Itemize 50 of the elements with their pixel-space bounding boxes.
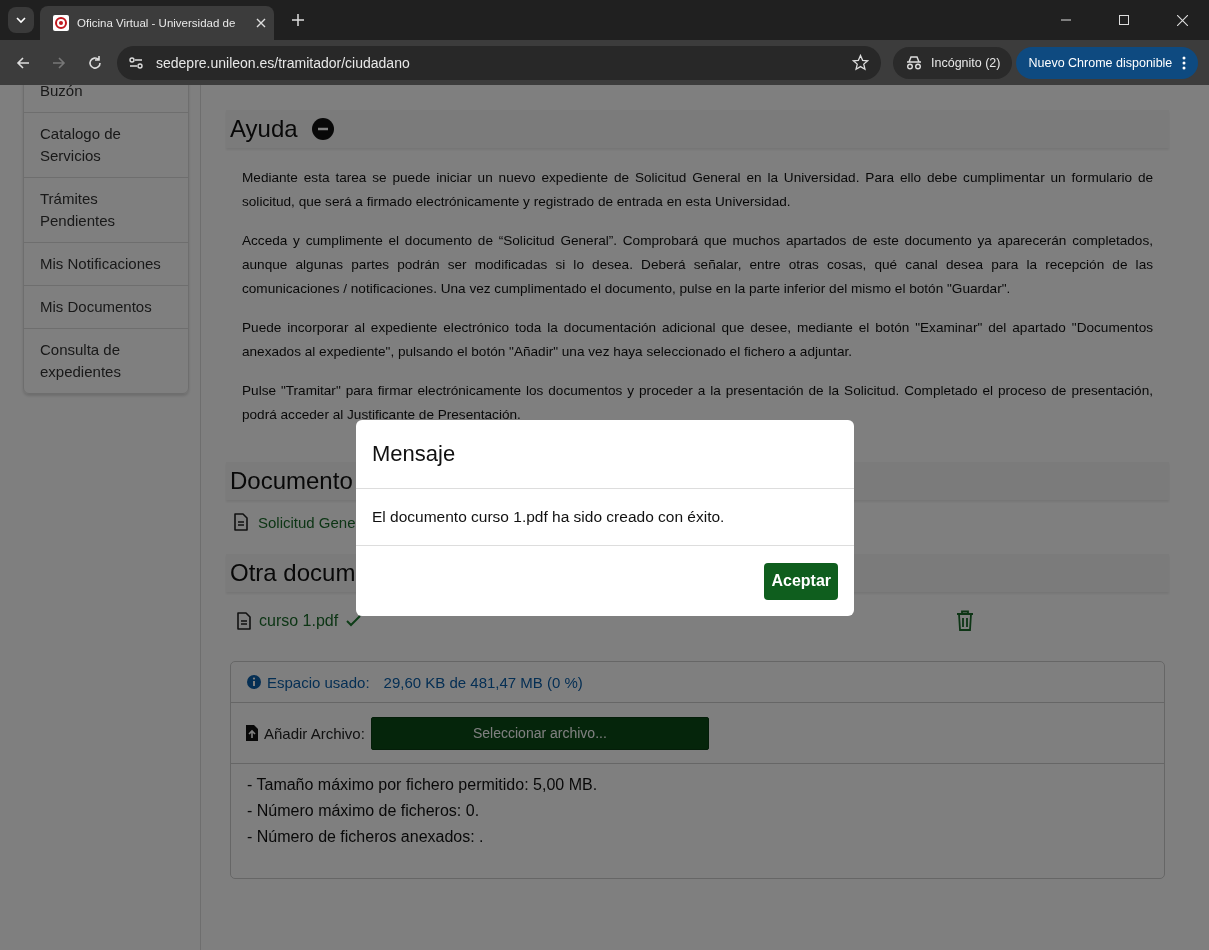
close-icon[interactable] — [1177, 14, 1188, 26]
browser-tab[interactable]: Oficina Virtual - Universidad de — [40, 6, 274, 40]
collapse-icon[interactable] — [311, 118, 334, 140]
sidebar-item[interactable]: Consulta de expedientes — [24, 329, 188, 393]
trash-icon[interactable] — [956, 610, 974, 631]
sidebar-item[interactable]: Buzón — [24, 85, 188, 113]
help-paragraph: Mediante esta tarea se puede iniciar un nuevo expediente de Solicitud General en la Universidad. Para ello debe cumplimentar un formulario de solicitud, que será a firmado electrónicamente y registrado de entrada en esta Universidad. — [242, 169, 1153, 211]
document-icon — [237, 611, 251, 630]
limit-note: - Número máximo de ficheros: 0. — [247, 801, 480, 821]
dialog-message: El documento curso 1.pdf ha sido creado con éxito. — [372, 508, 725, 526]
help-paragraph: Puede incorporar al expediente electrónico toda la documentación adicional que desee, mediante el botón "Examinar" del apartado "Documentos anexados al expediente", pulsando el botón "Añadir" una vez haya seleccionado el fichero a adjuntar. — [242, 319, 1153, 361]
tab-search-button[interactable] — [8, 7, 34, 33]
sidebar-item[interactable]: Catalogo de Servicios — [24, 113, 188, 178]
dialog-title: Mensaje — [372, 441, 456, 467]
site-settings-icon[interactable] — [128, 54, 144, 71]
sidebar-item[interactable]: Mis Documentos — [24, 286, 188, 329]
tab-title: Oficina Virtual - Universidad de — [77, 17, 237, 29]
document-icon — [234, 513, 248, 531]
section-title: Documento — [230, 467, 353, 495]
storage-label: Espacio usado: — [267, 673, 370, 691]
star-icon[interactable] — [852, 54, 869, 71]
limit-note: - Tamaño máximo por fichero permitido: 5,00 MB. — [247, 775, 598, 795]
close-icon[interactable] — [256, 18, 266, 28]
new-tab-icon[interactable] — [292, 14, 304, 26]
limit-note: - Número de ficheros anexados: . — [247, 827, 484, 847]
caret-icon — [15, 14, 27, 26]
maximize-icon[interactable] — [1119, 15, 1129, 25]
section-title: Ayuda — [230, 115, 298, 143]
url-text: sedepre.unileon.es/tramitador/ciudadano — [156, 54, 411, 71]
forward-arrow-icon[interactable] — [51, 54, 67, 71]
more-menu-icon — [1182, 55, 1187, 70]
back-arrow-icon[interactable] — [15, 54, 31, 71]
sidebar-item[interactable]: Mis Notificaciones — [24, 243, 188, 286]
incognito-icon — [905, 55, 923, 70]
address-bar[interactable]: sedepre.unileon.es/tramitador/ciudadano — [117, 45, 881, 80]
incognito-button[interactable]: Incógnito (2) — [893, 46, 1013, 79]
section-title: Otra docum — [230, 559, 356, 587]
file-upload-icon — [246, 725, 258, 741]
select-file-button[interactable]: Seleccionar archivo... — [370, 716, 709, 750]
update-chrome-button[interactable]: Nuevo Chrome disponible — [1016, 46, 1199, 79]
storage-value: 29,60 KB de 481,47 MB (0 %) — [383, 673, 583, 691]
file-link[interactable]: curso 1.pdf — [259, 611, 339, 630]
help-paragraph: Pulse "Tramitar" para firmar electrónicamente los documentos y proceder a la presentación de la Solicitud. Completado el proceso de presentación, podrá acceder al Justificante de Presentación. — [242, 382, 1153, 424]
reload-icon[interactable] — [87, 54, 103, 71]
document-link[interactable]: Solicitud Gene — [258, 513, 356, 531]
sidebar-item[interactable]: Trámites Pendientes — [24, 178, 188, 243]
accept-button[interactable]: Aceptar — [764, 562, 838, 600]
help-paragraph: Acceda y cumplimente el documento de “Solicitud General”. Comprobará que muchos apartados de este documento ya aparecerán completados, aunque algunas partes podrán ser modificadas si lo desea. Deberá señalar, entre otras cosas, qué canal desea para la recepción de las comunicaciones / notificaciones. Una vez cumplimentado el documento, pulse en la parte inferior del mismo el botón "Guardar". — [242, 232, 1153, 298]
add-file-label: Añadir Archivo: — [264, 724, 365, 742]
info-icon — [247, 675, 261, 689]
